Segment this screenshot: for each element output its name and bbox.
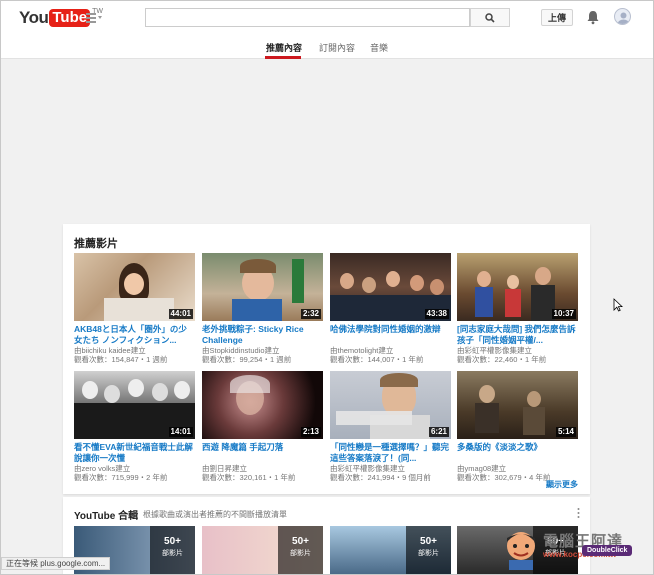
section-title: 推薦影片 <box>74 238 118 250</box>
mix-thumbnail[interactable]: 50+ 部影片 <box>202 526 323 574</box>
video-card[interactable]: 44:01 AKB48と日本人「圏外」の少女たち ノンフィクション... 由bi… <box>74 253 195 364</box>
video-stats: 觀看次數：320,161・1 年前 <box>202 473 296 482</box>
show-more-link[interactable]: 顯示更多 <box>546 479 578 490</box>
mix-count: 50+ <box>420 536 437 547</box>
video-thumbnail[interactable]: 5:14 <box>457 371 578 439</box>
video-title[interactable]: [同志家庭大哉問] 我們怎麼告訴孩子「同性婚姻平權/... <box>457 324 578 346</box>
search-input[interactable] <box>145 8 470 27</box>
user-silhouette-icon <box>617 12 630 24</box>
video-channel[interactable]: 由zero volks建立 <box>74 464 195 473</box>
mix-unit: 部影片 <box>290 550 311 557</box>
mix-count: 50+ <box>164 536 181 547</box>
browser-status-bar: 正在等候 plus.google.com... <box>1 557 111 570</box>
video-channel[interactable]: 由ymag08建立 <box>457 464 578 473</box>
video-channel[interactable]: 由彩虹平權影像集建立 <box>330 464 451 473</box>
mix-count-overlay: 50+ 部影片 <box>150 526 195 574</box>
video-card[interactable]: 43:38 哈佛法學院對同性婚姻的激辯 由themotolight建立 觀看次數… <box>330 253 451 364</box>
site-watermark: 電腦王阿達 www.kocpc.com.tw DoubleClick <box>499 528 649 572</box>
video-title[interactable]: 「同性戀是一種選擇嗎？」聽完這些答案落淚了！(同... <box>330 442 451 464</box>
feed-tabs: 推薦內容 訂閱內容 音樂 <box>1 34 653 59</box>
video-channel[interactable]: 由劉日昇建立 <box>202 464 323 473</box>
video-duration: 14:01 <box>168 427 193 437</box>
video-card[interactable]: 2:13 西遊 降魔篇 手起刀落 由劉日昇建立 觀看次數：320,161・1 年… <box>202 371 323 482</box>
video-title[interactable]: AKB48と日本人「圏外」の少女たち ノンフィクション... <box>74 324 195 346</box>
mix-unit: 部影片 <box>162 550 183 557</box>
video-stats: 觀看次數：241,994・9 個月前 <box>330 473 431 482</box>
masthead: You Tube TW 上傳 <box>1 1 653 34</box>
video-stats: 觀看次數：144,007・1 年前 <box>330 355 424 364</box>
video-card[interactable]: 14:01 看不懂EVA新世紀福音戰士此解說讓你一次懂 由zero volks建… <box>74 371 195 482</box>
video-stats: 觀看次數：154,847・1 週前 <box>74 355 168 364</box>
video-thumbnail[interactable]: 2:32 <box>202 253 323 321</box>
mix-count: 50+ <box>292 536 309 547</box>
mix-unit: 部影片 <box>418 550 439 557</box>
video-stats: 觀看次數：22,460・1 年前 <box>457 355 547 364</box>
video-card[interactable]: 6:21 「同性戀是一種選擇嗎？」聽完這些答案落淚了！(同... 由彩虹平權影像… <box>330 371 451 482</box>
tab-recommended[interactable]: 推薦內容 <box>266 41 302 54</box>
video-title[interactable]: 多桑版的《淡淡之歌》 <box>457 442 578 464</box>
section-subtitle: 根據歌曲或演出者推薦的不間斷播放清單 <box>143 510 287 519</box>
video-title[interactable]: 西遊 降魔篇 手起刀落 <box>202 442 323 464</box>
video-thumbnail[interactable]: 43:38 <box>330 253 451 321</box>
video-channel[interactable]: 由Stopkiddinstudio建立 <box>202 346 323 355</box>
video-duration: 2:13 <box>300 427 321 437</box>
video-channel[interactable]: 由biichiku kaidee建立 <box>74 346 195 355</box>
video-thumbnail[interactable]: 6:21 <box>330 371 451 439</box>
browser-viewport: You Tube TW 上傳 推薦內容 訂閱內容 音樂 推薦影片 44:01 A… <box>0 0 654 575</box>
mix-count-overlay: 50+ 部影片 <box>406 526 451 574</box>
logo-you-text: You <box>19 8 49 27</box>
video-card[interactable]: 10:37 [同志家庭大哉問] 我們怎麼告訴孩子「同性婚姻平權/... 由彩虹平… <box>457 253 578 364</box>
video-duration: 10:37 <box>551 309 576 319</box>
video-card[interactable]: 2:32 老外挑戰粽子: Sticky Rice Challenge 由Stop… <box>202 253 323 364</box>
video-title[interactable]: 老外挑戰粽子: Sticky Rice Challenge <box>202 324 323 346</box>
video-thumbnail[interactable]: 2:13 <box>202 371 323 439</box>
video-thumbnail[interactable]: 14:01 <box>74 371 195 439</box>
more-options-icon[interactable] <box>577 507 580 519</box>
video-thumbnail[interactable]: 44:01 <box>74 253 195 321</box>
mascot-icon <box>507 532 535 570</box>
tab-music[interactable]: 音樂 <box>370 41 388 54</box>
mix-thumbnail[interactable]: 50+ 部影片 <box>330 526 451 574</box>
video-channel[interactable]: 由themotolight建立 <box>330 346 451 355</box>
doubleclick-badge: DoubleClick <box>582 545 633 556</box>
video-duration: 43:38 <box>424 309 449 319</box>
active-tab-indicator <box>265 56 301 59</box>
video-thumbnail[interactable]: 10:37 <box>457 253 578 321</box>
notification-bell-icon[interactable] <box>586 10 600 25</box>
avatar[interactable] <box>614 8 631 25</box>
upload-button[interactable]: 上傳 <box>541 9 573 26</box>
video-duration: 5:14 <box>555 427 576 437</box>
mouse-cursor-icon <box>613 298 623 312</box>
video-duration: 6:21 <box>428 427 449 437</box>
video-channel[interactable]: 由彩虹平權影像集建立 <box>457 346 578 355</box>
search-icon <box>485 12 495 23</box>
video-title[interactable]: 哈佛法學院對同性婚姻的激辯 <box>330 324 451 346</box>
video-title[interactable]: 看不懂EVA新世紀福音戰士此解說讓你一次懂 <box>74 442 195 464</box>
video-stats: 觀看次數：99,254・1 週前 <box>202 355 292 364</box>
video-stats: 觀看次數：715,999・2 年前 <box>74 473 168 482</box>
mix-count-overlay: 50+ 部影片 <box>278 526 323 574</box>
recommended-section: 推薦影片 44:01 AKB48と日本人「圏外」の少女たち ノンフィクション..… <box>63 224 590 494</box>
logo-tube-text: Tube <box>49 9 91 27</box>
section-title: YouTube 合輯 <box>74 511 139 522</box>
video-duration: 44:01 <box>168 309 193 319</box>
video-duration: 2:32 <box>300 309 321 319</box>
search-button[interactable] <box>470 8 510 27</box>
tab-subscriptions[interactable]: 訂閱內容 <box>319 41 355 54</box>
chevron-down-icon <box>98 16 102 19</box>
video-card[interactable]: 5:14 多桑版的《淡淡之歌》 由ymag08建立 觀看次數：302,679・4… <box>457 371 578 482</box>
